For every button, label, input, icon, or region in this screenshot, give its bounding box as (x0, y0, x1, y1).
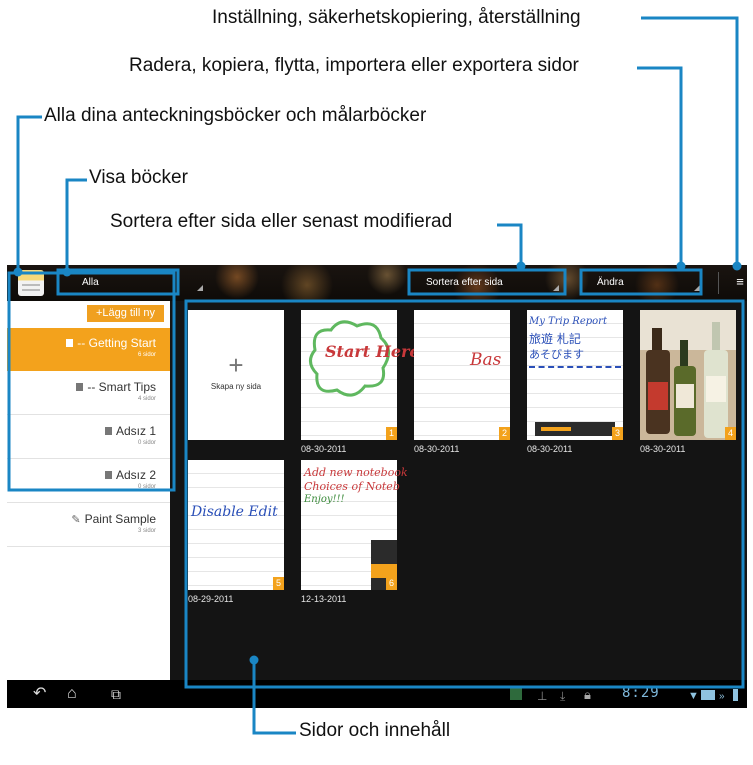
dot-manage (676, 261, 686, 271)
dot-pages-content (249, 655, 259, 665)
highlight-box-notebooks (7, 271, 176, 492)
dot-sort (516, 261, 526, 271)
dot-all-books (13, 267, 23, 277)
dot-settings (732, 261, 742, 271)
leader-settings (641, 16, 739, 266)
leader-manage (637, 66, 683, 266)
highlight-box-edit (579, 268, 703, 296)
highlight-box-sort (407, 268, 567, 296)
leader-sort (497, 223, 523, 266)
leader-show-books (65, 178, 87, 272)
callout-lines (7, 16, 745, 735)
leader-all-books (16, 115, 42, 272)
leader-pages-content (252, 660, 296, 735)
dot-show-books (62, 267, 72, 277)
highlight-box-pages (184, 299, 745, 689)
